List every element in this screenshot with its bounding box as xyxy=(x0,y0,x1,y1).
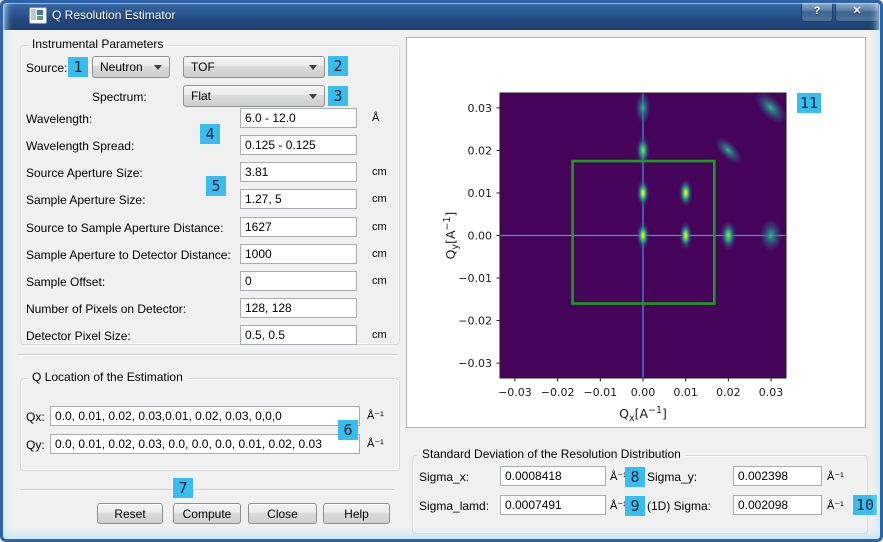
instrumental-parameters-title: Instrumental Parameters xyxy=(28,37,167,51)
dialog-window: Q Resolution Estimator ? ✕ Instrumental … xyxy=(0,0,883,542)
chevron-down-icon xyxy=(309,94,317,99)
titlebar-close-button[interactable]: ✕ xyxy=(835,2,879,22)
param-unit: cm xyxy=(372,221,387,233)
param-label: Detector Pixel Size: xyxy=(26,329,131,343)
annotation-badge-4: 4 xyxy=(200,124,220,144)
svg-text:−0.03: −0.03 xyxy=(458,357,492,370)
param-input[interactable] xyxy=(240,108,357,128)
spectrum-combo-value: Flat xyxy=(191,89,211,103)
source-combo[interactable]: Neutron xyxy=(92,56,170,78)
svg-text:−0.01: −0.01 xyxy=(458,272,492,285)
qy-input[interactable] xyxy=(50,434,360,454)
sigma-input[interactable] xyxy=(500,466,606,486)
svg-text:0.02: 0.02 xyxy=(468,144,493,157)
annotation-badge-11: 11 xyxy=(797,93,821,113)
param-unit: cm xyxy=(372,166,387,178)
sigma-input[interactable] xyxy=(500,495,606,515)
q-location-title: Q Location of the Estimation xyxy=(28,370,187,384)
annotation-badge-5: 5 xyxy=(206,176,226,196)
sigma-unit: Å⁻¹ xyxy=(827,470,844,483)
param-input[interactable] xyxy=(240,325,357,345)
window-title: Q Resolution Estimator xyxy=(52,8,175,22)
app-icon xyxy=(29,7,47,24)
param-input[interactable] xyxy=(240,189,357,209)
spectrum-combo[interactable]: Flat xyxy=(183,85,325,107)
param-label: Source to Sample Aperture Distance: xyxy=(26,221,223,235)
param-input[interactable] xyxy=(240,298,357,318)
param-label: Wavelength Spread: xyxy=(26,139,134,153)
sigma-input[interactable] xyxy=(733,495,822,515)
source-type-combo-value: TOF xyxy=(191,60,215,74)
help-button[interactable]: Help xyxy=(323,503,390,524)
sigma-label: Sigma_lamd: xyxy=(419,499,489,513)
chevron-down-icon xyxy=(154,65,162,70)
param-input[interactable] xyxy=(240,271,357,291)
param-input[interactable] xyxy=(240,135,357,155)
svg-text:0.01: 0.01 xyxy=(468,187,493,200)
titlebar-help-button[interactable]: ? xyxy=(801,2,833,22)
qx-unit: Å⁻¹ xyxy=(367,409,384,422)
annotation-badge-7: 7 xyxy=(173,478,193,498)
svg-text:0.01: 0.01 xyxy=(673,386,698,399)
param-unit: cm xyxy=(372,329,387,341)
annotation-badge-3: 3 xyxy=(328,86,348,106)
annotation-badge-2: 2 xyxy=(328,56,348,76)
close-button[interactable]: Close xyxy=(248,503,317,524)
separator xyxy=(20,489,394,491)
param-label: Wavelength: xyxy=(26,112,92,126)
param-unit: cm xyxy=(372,275,387,287)
chevron-down-icon xyxy=(309,65,317,70)
svg-text:0.02: 0.02 xyxy=(716,386,741,399)
titlebar: Q Resolution Estimator xyxy=(0,0,883,30)
svg-text:Qy[A−1]: Qy[A−1] xyxy=(442,212,461,260)
svg-text:Qx[A−1]: Qx[A−1] xyxy=(619,405,667,424)
param-input[interactable] xyxy=(240,162,357,182)
qy-unit: Å⁻¹ xyxy=(367,437,384,450)
separator xyxy=(17,354,397,356)
source-label: Source: xyxy=(26,61,67,75)
param-input[interactable] xyxy=(240,217,357,237)
sigma-unit: Å⁻¹ xyxy=(827,499,844,512)
param-input[interactable] xyxy=(240,244,357,264)
param-label: Sample Offset: xyxy=(26,275,105,289)
svg-text:0.00: 0.00 xyxy=(468,230,493,243)
sigma-label: Sigma_x: xyxy=(419,470,469,484)
annotation-badge-8: 8 xyxy=(625,467,645,487)
annotation-badge-9: 9 xyxy=(625,496,645,516)
svg-text:−0.03: −0.03 xyxy=(498,386,532,399)
param-label: Sample Aperture to Detector Distance: xyxy=(26,248,231,262)
sigma-label: (1D) Sigma: xyxy=(647,499,711,513)
annotation-badge-10: 10 xyxy=(853,495,877,515)
source-type-combo[interactable]: TOF xyxy=(183,56,325,78)
param-label: Sample Aperture Size: xyxy=(26,193,145,207)
source-combo-value: Neutron xyxy=(100,60,143,74)
qx-label: Qx: xyxy=(26,410,45,424)
param-label: Source Aperture Size: xyxy=(26,166,143,180)
spectrum-label: Spectrum: xyxy=(92,90,147,104)
qy-label: Qy: xyxy=(26,438,45,452)
svg-text:0.03: 0.03 xyxy=(468,102,493,115)
param-unit: cm xyxy=(372,248,387,260)
annotation-badge-1: 1 xyxy=(68,57,88,77)
svg-text:−0.01: −0.01 xyxy=(583,386,617,399)
sigma-label: Sigma_y: xyxy=(647,470,697,484)
svg-text:−0.02: −0.02 xyxy=(458,315,492,328)
param-unit: cm xyxy=(372,193,387,205)
compute-button[interactable]: Compute xyxy=(173,503,241,524)
param-label: Number of Pixels on Detector: xyxy=(26,302,186,316)
annotation-badge-6: 6 xyxy=(338,420,358,440)
sigma-input[interactable] xyxy=(733,466,822,486)
svg-text:0.00: 0.00 xyxy=(631,386,656,399)
qx-input[interactable] xyxy=(50,406,360,426)
svg-text:0.03: 0.03 xyxy=(759,386,784,399)
reset-button[interactable]: Reset xyxy=(97,503,163,524)
param-unit: Å xyxy=(372,112,379,124)
sigma-group-title: Standard Deviation of the Resolution Dis… xyxy=(418,447,685,461)
svg-text:−0.02: −0.02 xyxy=(541,386,575,399)
